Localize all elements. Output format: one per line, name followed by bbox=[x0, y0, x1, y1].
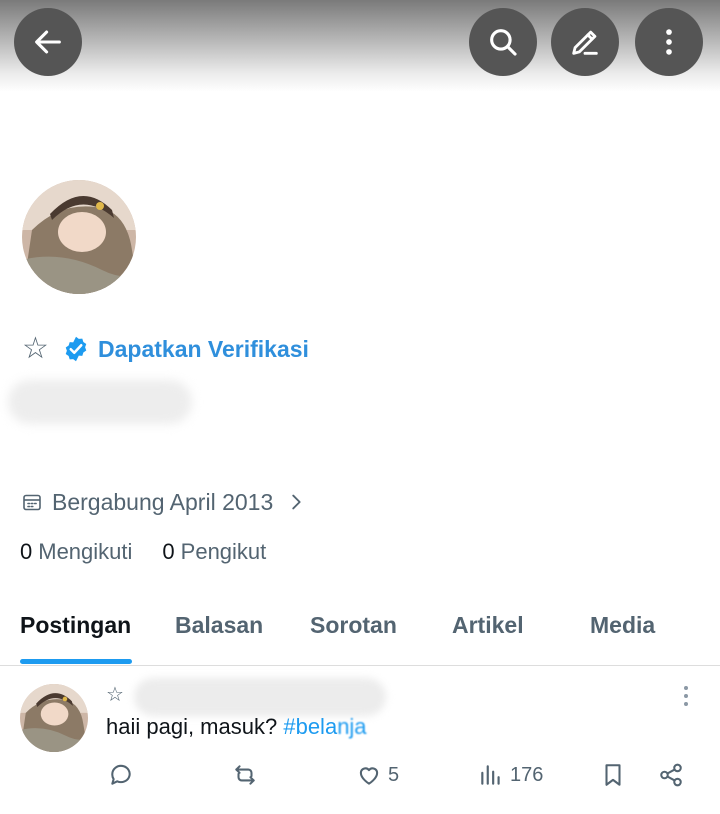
view-count: 176 bbox=[510, 763, 544, 786]
redacted-handle bbox=[134, 678, 386, 716]
reply-button[interactable] bbox=[108, 762, 134, 788]
calendar-icon bbox=[23, 494, 41, 511]
followers-count: 0 bbox=[162, 539, 175, 564]
post-body: haii pagi, masuk? bbox=[106, 714, 278, 739]
pencil-icon bbox=[572, 30, 598, 55]
arrow-left-icon bbox=[35, 30, 61, 54]
heart-icon bbox=[359, 767, 379, 785]
joined-date: Bergabung April 2013 bbox=[52, 488, 274, 515]
chevron-right-icon bbox=[292, 494, 301, 510]
post-item[interactable]: ☆ haii pagi, masuk? #belanja 5 176 bbox=[0, 666, 720, 814]
reply-icon bbox=[111, 764, 131, 785]
back-button[interactable] bbox=[14, 8, 82, 76]
post-hashtag-start: #bela bbox=[283, 714, 338, 739]
verified-badge-icon bbox=[65, 336, 87, 362]
post-avatar[interactable] bbox=[20, 684, 88, 752]
joined-date-row[interactable]: Bergabung April 2013 bbox=[22, 486, 307, 518]
following-count: 0 bbox=[20, 539, 33, 564]
search-button[interactable] bbox=[469, 8, 537, 76]
profile-avatar[interactable] bbox=[20, 178, 138, 296]
tab-posts[interactable]: Postingan bbox=[20, 612, 131, 639]
repost-icon bbox=[235, 765, 255, 785]
repost-button[interactable] bbox=[232, 762, 258, 788]
like-button[interactable]: 5 bbox=[356, 762, 399, 788]
profile-tabs: Postingan Balasan Sorotan Artikel Media bbox=[0, 600, 720, 666]
views-button[interactable]: 176 bbox=[478, 762, 543, 788]
tab-articles[interactable]: Artikel bbox=[452, 612, 524, 639]
follow-stats: 0 Mengikuti 0 Pengikut bbox=[20, 536, 296, 568]
followers-label: Pengikut bbox=[180, 539, 267, 564]
views-chart-icon bbox=[481, 765, 500, 785]
bookmark-icon bbox=[605, 764, 621, 786]
more-options-button[interactable] bbox=[635, 8, 703, 76]
star-icon: ☆ bbox=[106, 684, 124, 706]
followers-link[interactable]: 0 Pengikut bbox=[162, 539, 266, 565]
following-link[interactable]: 0 Mengikuti bbox=[20, 539, 132, 565]
tab-media[interactable]: Media bbox=[590, 612, 655, 639]
more-vertical-icon bbox=[666, 29, 672, 55]
post-text: haii pagi, masuk? #belanja bbox=[106, 714, 367, 740]
post-hashtag[interactable]: #belanja bbox=[283, 714, 366, 739]
search-icon bbox=[490, 29, 517, 56]
active-tab-indicator bbox=[20, 659, 132, 664]
post-more-icon[interactable] bbox=[676, 684, 696, 708]
tab-highlights[interactable]: Sorotan bbox=[310, 612, 397, 639]
following-label: Mengikuti bbox=[38, 539, 133, 564]
post-hashtag-end: nja bbox=[337, 714, 367, 739]
star-icon[interactable]: ☆ bbox=[22, 334, 56, 364]
edit-button[interactable] bbox=[551, 8, 619, 76]
verify-row: ☆ Dapatkan Verifikasi bbox=[22, 332, 309, 366]
redacted-name bbox=[8, 380, 192, 424]
bookmark-button[interactable] bbox=[600, 762, 626, 788]
tab-replies[interactable]: Balasan bbox=[175, 612, 263, 639]
get-verified-link[interactable]: Dapatkan Verifikasi bbox=[98, 336, 309, 363]
like-count: 5 bbox=[388, 763, 400, 786]
share-button[interactable] bbox=[658, 762, 684, 788]
share-icon bbox=[660, 763, 682, 787]
